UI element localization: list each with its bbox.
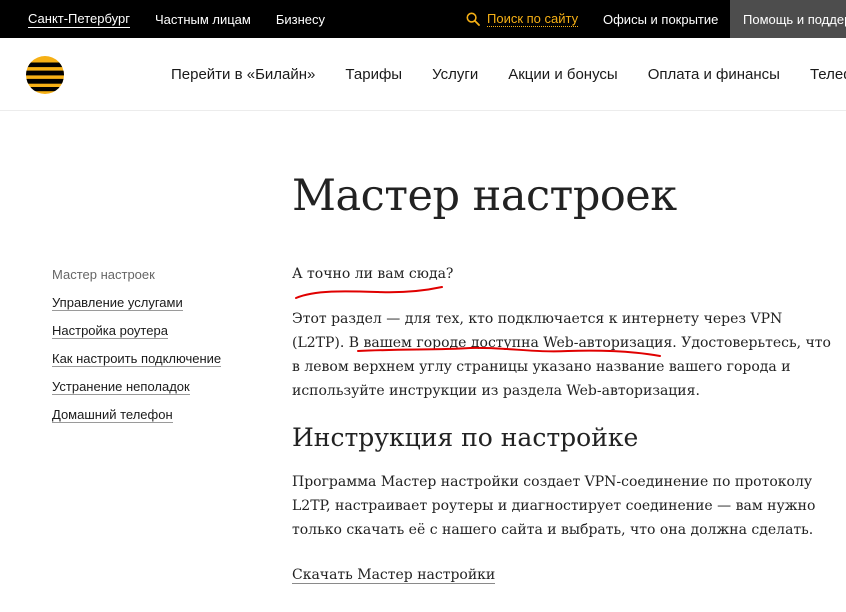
nav-item-tariffs[interactable]: Тарифы [345, 66, 402, 83]
instructions-line: L2TP, настраивает роутеры и диагностируе… [292, 498, 816, 514]
sidebar-item-label: Как настроить подключение [52, 351, 222, 367]
nav-item-go-to-beeline[interactable]: Перейти в «Билайн» [171, 66, 315, 83]
intro-line: в левом верхнем углу страницы указано на… [292, 359, 791, 375]
nav-item-payment[interactable]: Оплата и финансы [648, 66, 780, 83]
top-left-links: Санкт-Петербург Частным лицам Бизнесу [28, 0, 350, 38]
site-search-link[interactable]: Поиск по сайту [466, 0, 579, 38]
nav-item-phones[interactable]: Телефоны [810, 66, 846, 83]
help-support-label: Помощь и поддержка [743, 11, 846, 27]
sidebar-menu: Мастер настроек Управление услугами Наст… [52, 266, 222, 434]
site-search-label: Поиск по сайту [487, 11, 579, 27]
sidebar-item-label: Мастер настроек [52, 267, 155, 282]
intro-paragraph: Этот раздел — для тех, кто подключается … [292, 307, 831, 403]
sidebar-item-service-management[interactable]: Управление услугами [52, 294, 221, 322]
sidebar-item-label: Настройка роутера [52, 323, 168, 339]
private-clients-link[interactable]: Частным лицам [155, 12, 251, 27]
annotation-underline-question [295, 286, 443, 299]
section-title: Инструкция по настройке [292, 423, 639, 452]
main-nav: Перейти в «Билайн» Тарифы Услуги Акции и… [171, 38, 846, 110]
city-selector-link[interactable]: Санкт-Петербург [28, 11, 130, 28]
instructions-line: Программа Мастер настройки создает VPN-с… [292, 474, 813, 490]
offices-coverage-link[interactable]: Офисы и покрытие [603, 12, 718, 27]
download-wizard-link[interactable]: Скачать Мастер настройки [292, 567, 496, 584]
sidebar-item-troubleshooting[interactable]: Устранение неполадок [52, 378, 221, 406]
help-support-link[interactable]: Помощь и поддержка [730, 0, 846, 38]
beeline-logo-icon[interactable] [26, 56, 64, 94]
sidebar-item-label: Устранение неполадок [52, 379, 190, 395]
instructions-paragraph: Программа Мастер настройки создает VPN-с… [292, 470, 822, 542]
sidebar-item-label: Домашний телефон [52, 407, 173, 423]
sidebar-item-label: Управление услугами [52, 295, 183, 311]
question-text: А точно ли вам сюда? [292, 266, 454, 282]
search-icon [466, 12, 480, 26]
business-link[interactable]: Бизнесу [276, 12, 325, 27]
page-title: Мастер настроек [292, 171, 677, 221]
sidebar-item-setup-wizard: Мастер настроек [52, 266, 221, 294]
instructions-line: только скачать её с нашего сайта и выбра… [292, 522, 814, 538]
intro-line: Этот раздел — для тех, кто подключается … [292, 311, 783, 327]
sidebar-item-home-phone[interactable]: Домашний телефон [52, 406, 221, 434]
top-bar: Санкт-Петербург Частным лицам Бизнесу По… [0, 0, 846, 38]
sidebar-item-router-setup[interactable]: Настройка роутера [52, 322, 221, 350]
nav-item-promos[interactable]: Акции и бонусы [508, 66, 617, 83]
intro-line: (L2TP). В вашем городе доступна Web-авто… [292, 335, 831, 351]
sidebar-item-connection-setup[interactable]: Как настроить подключение [52, 350, 222, 378]
main-header: Перейти в «Билайн» Тарифы Услуги Акции и… [0, 38, 846, 111]
intro-line: используйте инструкции из раздела Web-ав… [292, 383, 700, 399]
nav-item-services[interactable]: Услуги [432, 66, 478, 83]
